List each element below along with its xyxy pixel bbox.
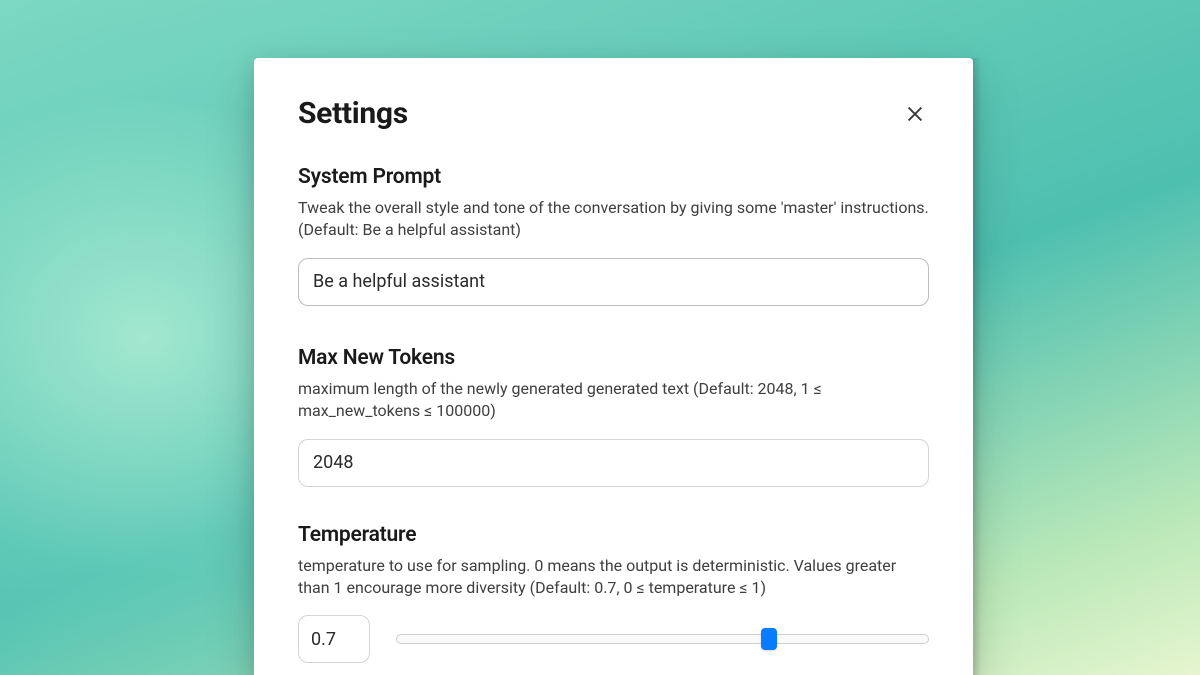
max-new-tokens-section: Max New Tokens maximum length of the new… [298,346,929,487]
panel-shadow [973,58,981,675]
temperature-description: temperature to use for sampling. 0 means… [298,555,929,600]
slider-track [396,634,929,644]
temperature-value: 0.7 [311,629,336,650]
panel-title: Settings [298,96,408,131]
temperature-controls: 0.7 [298,615,929,663]
slider-thumb[interactable] [761,628,777,650]
close-icon [904,103,926,125]
system-prompt-description: Tweak the overall style and tone of the … [298,197,929,242]
temperature-section: Temperature temperature to use for sampl… [298,523,929,664]
temperature-value-box[interactable]: 0.7 [298,615,370,663]
max-new-tokens-input[interactable] [298,439,929,487]
panel-header: Settings [298,96,929,131]
temperature-slider[interactable] [396,629,929,649]
max-new-tokens-description: maximum length of the newly generated ge… [298,378,929,423]
system-prompt-section: System Prompt Tweak the overall style an… [298,165,929,310]
settings-panel: Settings System Prompt Tweak the overall… [254,58,973,675]
system-prompt-title: System Prompt [298,165,929,189]
system-prompt-input[interactable] [298,258,929,306]
close-button[interactable] [901,100,929,128]
max-new-tokens-title: Max New Tokens [298,346,929,370]
temperature-title: Temperature [298,523,929,547]
